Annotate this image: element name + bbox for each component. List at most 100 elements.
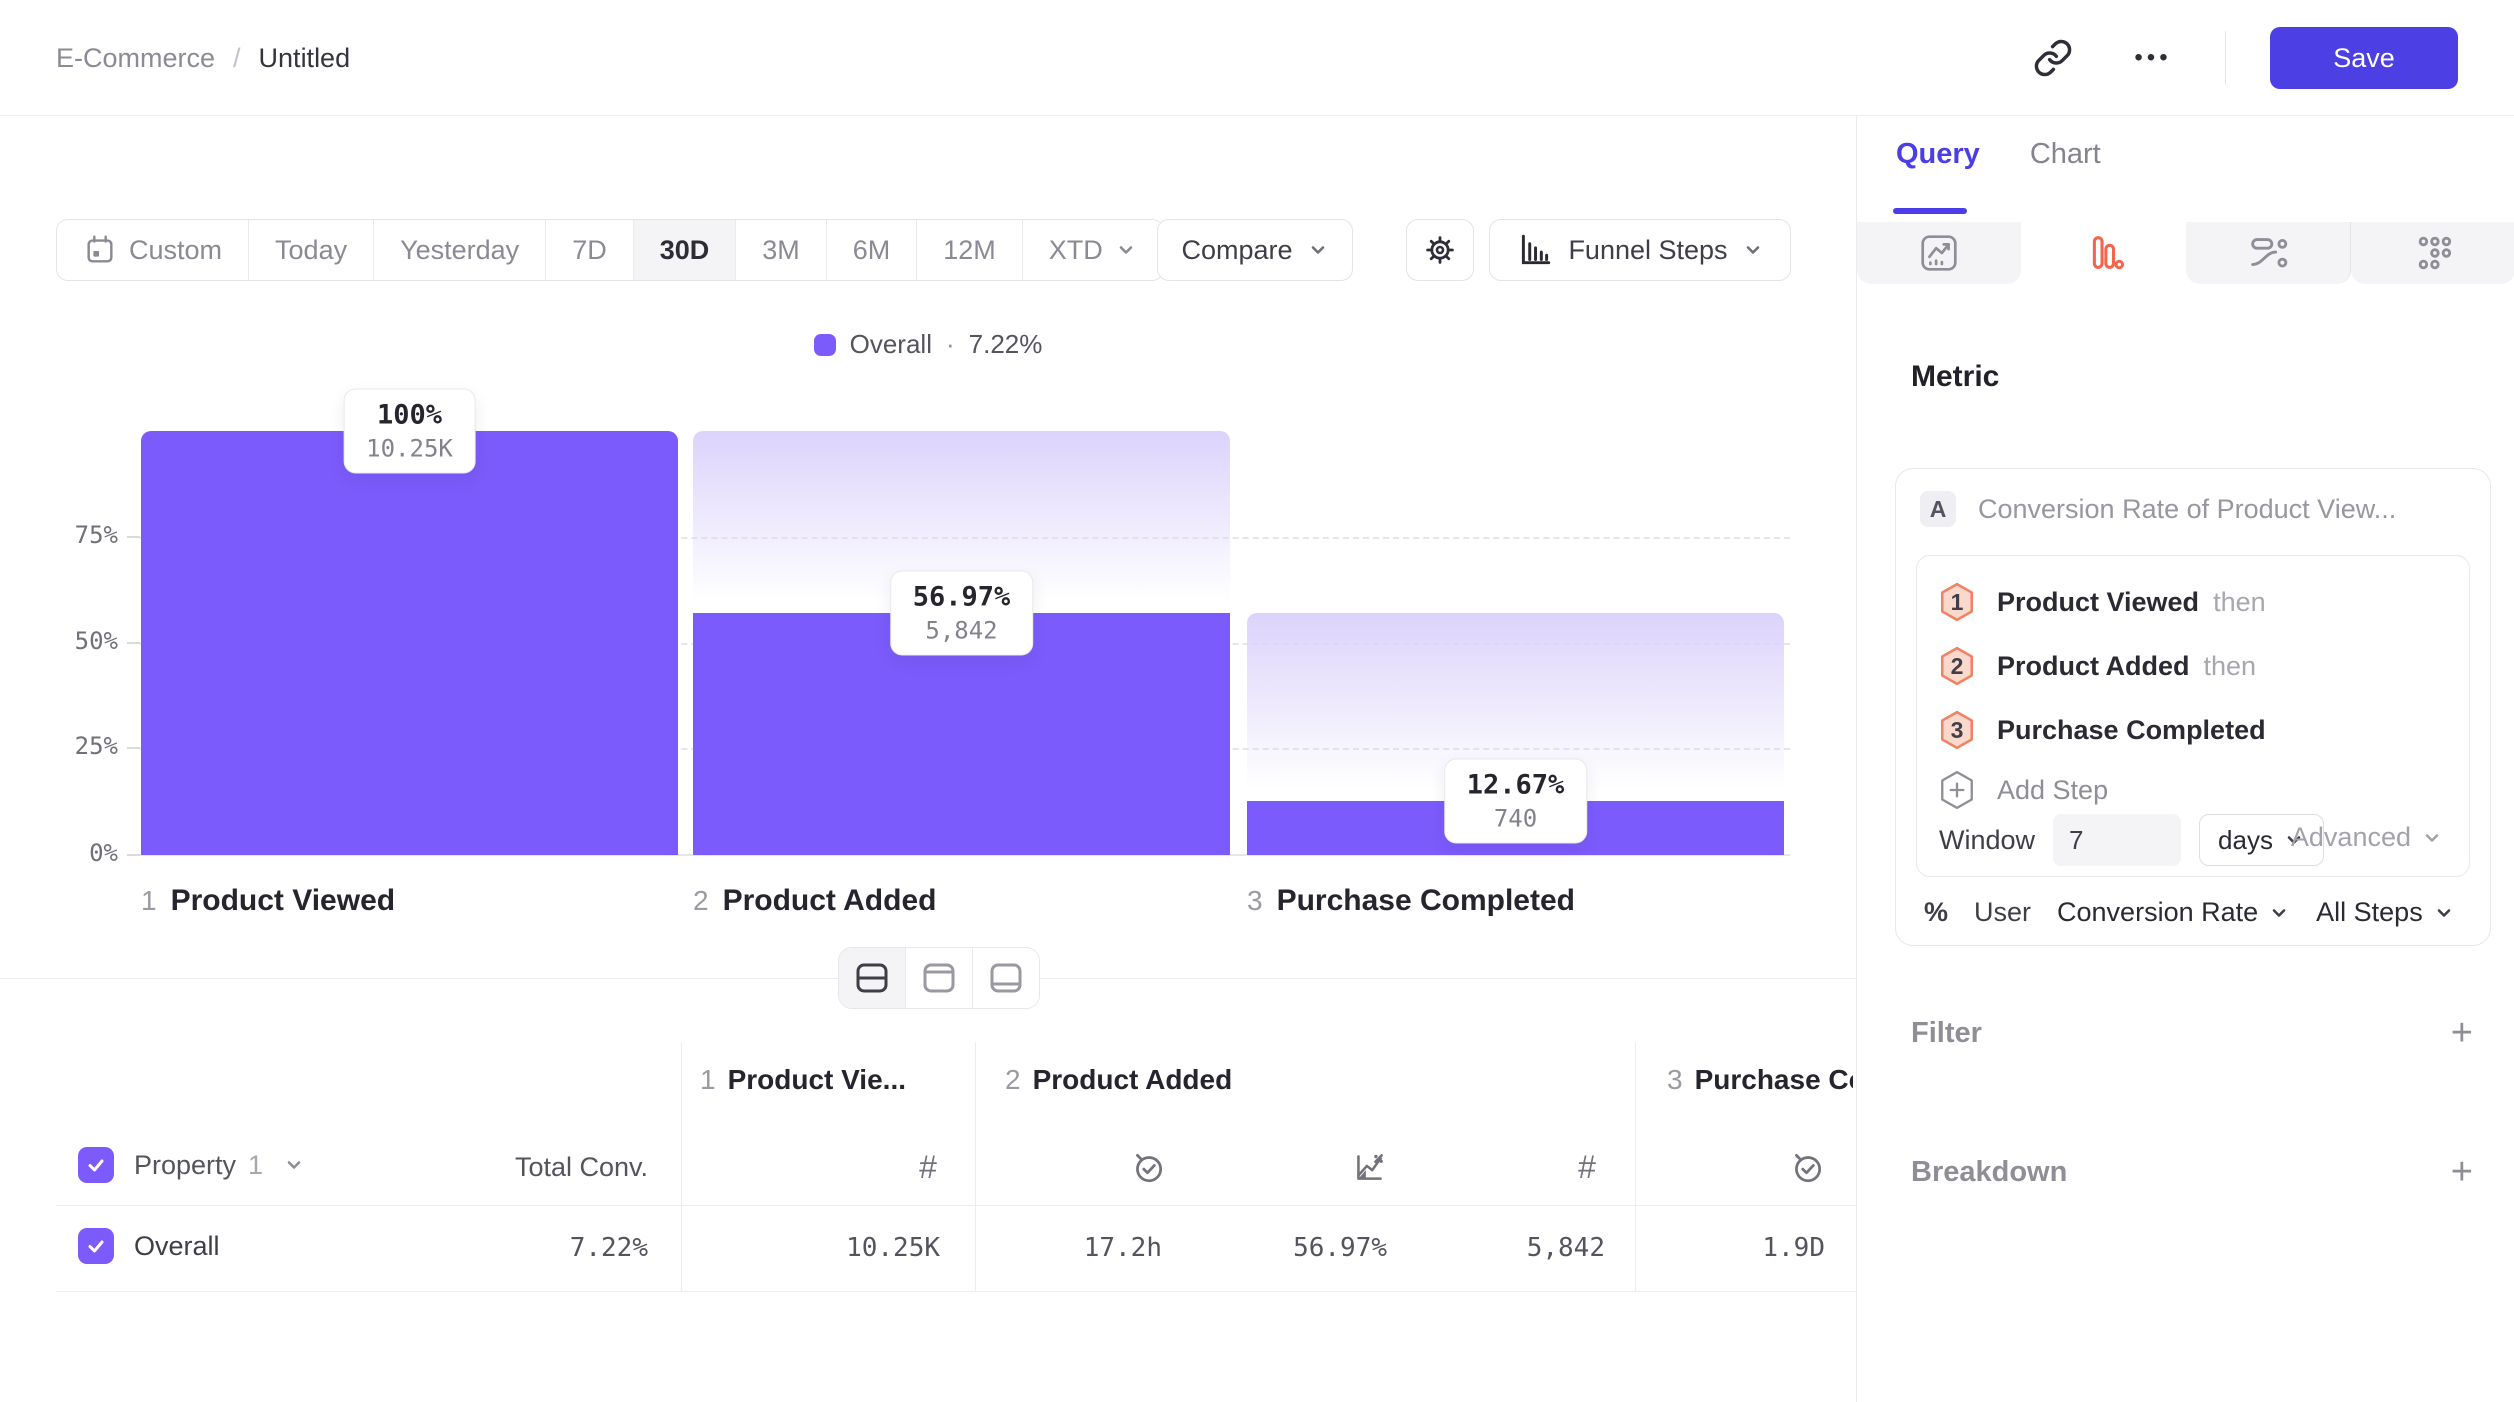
- clock-check-icon: [1129, 1148, 1167, 1186]
- chart-type-retention[interactable]: [2351, 222, 2514, 284]
- funnel-bar-purchase-completed[interactable]: 12.67% 740: [1247, 431, 1784, 855]
- table-row-border: [56, 1291, 1856, 1292]
- range-3m[interactable]: 3M: [736, 220, 827, 280]
- count-metric-icon[interactable]: #: [908, 1147, 948, 1187]
- range-30d[interactable]: 30D: [634, 220, 737, 280]
- measure-type-label: Conversion Rate: [2057, 897, 2258, 928]
- step-row-2[interactable]: 2 Product Added then: [1939, 646, 2256, 686]
- step-label-1: 1 Product Viewed: [141, 884, 395, 918]
- table-col-step2-header[interactable]: 2 Product Added: [1005, 1064, 1232, 1096]
- bar-value-tooltip: 100% 10.25K: [343, 389, 476, 474]
- chart-type-insights[interactable]: [1857, 222, 2021, 284]
- breakdown-label: Breakdown: [1911, 1156, 2067, 1189]
- step-event-name: Product Viewed: [1997, 587, 2199, 618]
- chart-settings-button[interactable]: [1406, 219, 1474, 281]
- avg-time-metric-icon[interactable]: [1787, 1147, 1827, 1187]
- property-checkbox[interactable]: [78, 1147, 114, 1183]
- tooltip-percent: 12.67%: [1467, 770, 1565, 801]
- funnel-bar-product-added[interactable]: 56.97% 5,842: [693, 431, 1230, 855]
- measure-type-dropdown[interactable]: Conversion Rate: [2057, 897, 2290, 928]
- measure-entity[interactable]: User: [1974, 897, 2031, 928]
- step-row-1[interactable]: 1 Product Viewed then: [1939, 582, 2266, 622]
- breadcrumb-report-title[interactable]: Untitled: [259, 43, 351, 74]
- advanced-label: Advanced: [2291, 822, 2411, 853]
- chevron-down-icon: [2268, 902, 2290, 924]
- range-yesterday[interactable]: Yesterday: [374, 220, 546, 280]
- compare-button[interactable]: Compare: [1157, 219, 1353, 281]
- tab-chart[interactable]: Chart: [2030, 138, 2101, 179]
- clock-check-icon: [1788, 1148, 1826, 1186]
- chevron-down-icon[interactable]: [283, 1154, 305, 1176]
- col-step-number: 3: [1667, 1064, 1683, 1096]
- window-value-input[interactable]: [2053, 814, 2181, 866]
- add-filter-button[interactable]: +: [2451, 1014, 2473, 1052]
- conv-rate-metric-icon[interactable]: [1349, 1147, 1389, 1187]
- step-row-3[interactable]: 3 Purchase Completed: [1939, 710, 2280, 750]
- range-custom-label: Custom: [129, 235, 222, 266]
- chevron-down-icon: [1742, 239, 1764, 261]
- metric-summary-row[interactable]: A Conversion Rate of Product View...: [1920, 491, 2396, 527]
- hexagon-plus-icon: [1939, 770, 1975, 810]
- range-custom[interactable]: Custom: [57, 220, 249, 280]
- legend-swatch: [814, 334, 836, 356]
- total-conv-header[interactable]: Total Conv.: [448, 1152, 648, 1183]
- toggle-chart-only[interactable]: [906, 948, 973, 1008]
- row-checkbox[interactable]: [78, 1228, 114, 1264]
- table-col-step3-header[interactable]: 3 Purchase Completed: [1667, 1064, 1853, 1096]
- chevron-down-icon: [1307, 239, 1329, 261]
- range-30d-label: 30D: [660, 235, 710, 266]
- tab-query[interactable]: Query: [1896, 138, 1980, 179]
- date-range-segmented-control: Custom Today Yesterday 7D 30D 3M 6M 12M …: [56, 219, 1164, 281]
- range-6m[interactable]: 6M: [827, 220, 918, 280]
- range-7d[interactable]: 7D: [546, 220, 634, 280]
- breadcrumb-project[interactable]: E-Commerce: [56, 43, 215, 74]
- property-label[interactable]: Property: [134, 1150, 236, 1181]
- copy-link-button[interactable]: [2025, 30, 2081, 86]
- chart-legend[interactable]: Overall · 7.22%: [0, 329, 1856, 360]
- advanced-toggle[interactable]: Advanced: [2291, 822, 2443, 853]
- more-menu-button[interactable]: •••: [2125, 30, 2181, 86]
- step-1-hexagon-badge: 1: [1939, 582, 1975, 622]
- y-tickmark: [127, 642, 140, 644]
- window-unit-label: days: [2218, 825, 2273, 856]
- window-label: Window: [1939, 825, 2035, 856]
- save-button[interactable]: Save: [2270, 27, 2458, 89]
- funnel-bar-product-viewed[interactable]: 100% 10.25K: [141, 431, 678, 855]
- step-number: 2: [1939, 646, 1975, 686]
- chevron-down-icon: [1115, 239, 1137, 261]
- hash-icon: #: [1578, 1149, 1596, 1186]
- bar-value-tooltip: 12.67% 740: [1444, 759, 1588, 844]
- view-type-selector[interactable]: Funnel Steps: [1489, 219, 1791, 281]
- y-tick-50: 50%: [30, 627, 118, 655]
- add-step-label: Add Step: [1997, 775, 2108, 806]
- add-step-row[interactable]: Add Step: [1939, 770, 2108, 810]
- chart-type-flows[interactable]: [2186, 222, 2351, 284]
- step-label-2: 2 Product Added: [693, 884, 936, 918]
- avg-time-metric-icon[interactable]: [1128, 1147, 1168, 1187]
- funnel-steps-card: 1 Product Viewed then 2 Product Added th…: [1916, 555, 2470, 877]
- step-event-name: Purchase Completed: [1997, 715, 2266, 746]
- y-tickmark: [127, 536, 140, 538]
- count-metric-icon[interactable]: #: [1567, 1147, 1607, 1187]
- range-12m[interactable]: 12M: [917, 220, 1023, 280]
- measure-scope-dropdown[interactable]: All Steps: [2316, 897, 2455, 928]
- range-3m-label: 3M: [762, 235, 800, 266]
- tooltip-count: 10.25K: [366, 435, 453, 463]
- tooltip-percent: 56.97%: [913, 582, 1011, 613]
- funnel-report-app: E-Commerce / Untitled ••• Save: [0, 0, 2514, 1402]
- chart-type-selector: [1857, 222, 2514, 284]
- insights-icon: [1916, 230, 1962, 276]
- table-col-step1-header[interactable]: 1 Product Vie...: [700, 1064, 906, 1096]
- range-6m-label: 6M: [853, 235, 891, 266]
- range-xtd-label: XTD: [1049, 235, 1103, 266]
- cell-step1-count: 10.25K: [740, 1233, 940, 1263]
- legend-separator: ·: [946, 329, 955, 360]
- add-step-hexagon: [1939, 770, 1975, 810]
- chart-type-funnel[interactable]: [2021, 222, 2185, 284]
- range-today[interactable]: Today: [249, 220, 374, 280]
- add-breakdown-button[interactable]: +: [2451, 1153, 2473, 1191]
- toggle-table-only[interactable]: [973, 948, 1039, 1008]
- toggle-split-view[interactable]: [839, 948, 906, 1008]
- range-xtd[interactable]: XTD: [1023, 220, 1163, 280]
- chevron-down-icon: [2421, 827, 2443, 849]
